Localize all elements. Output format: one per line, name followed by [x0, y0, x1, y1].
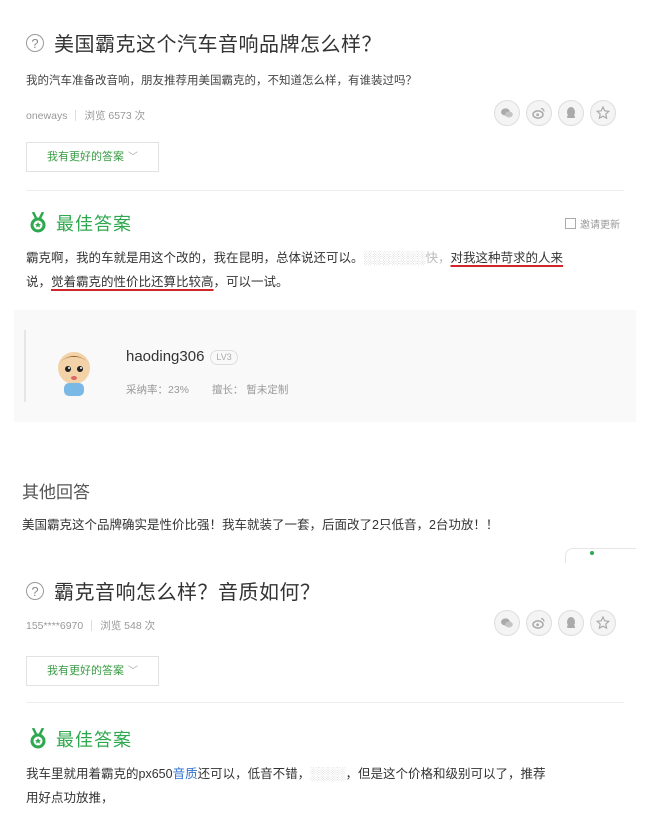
answerer-card: haoding306 LV3 采纳率：23% 擅长： 暂未定制 [14, 310, 636, 422]
blurred-text: ░░░░ [310, 767, 346, 781]
answerer-stats: 采纳率：23% 擅长： 暂未定制 [126, 382, 308, 397]
question-header: ? 美国霸克这个汽车音响品牌怎么样？ [26, 28, 382, 57]
question-icon: ? [26, 33, 44, 52]
question-header: ? 霸克音响怎么样？音质如何？ [26, 576, 321, 605]
other-answers-title: 其他回答 [22, 483, 90, 502]
view-count: 浏览 548 次 [100, 620, 156, 632]
username: haoding306 LV3 [126, 348, 238, 365]
wechat-icon[interactable] [494, 610, 520, 636]
question-card-1: ? 美国霸克这个汽车音响品牌怎么样？ 我的汽车准备改音响，朋友推荐用美国霸克的，… [14, 10, 636, 302]
weibo-icon[interactable] [526, 100, 552, 126]
answer-link[interactable]: 音质 [173, 767, 198, 781]
star-icon[interactable] [590, 610, 616, 636]
answer-segment: ，可以一试。 [213, 275, 289, 289]
best-answer-label: 最佳答案 [56, 730, 132, 750]
better-answer-label: 我有更好的答案 [47, 151, 124, 163]
fold-tab[interactable] [565, 548, 636, 563]
qq-icon[interactable] [558, 610, 584, 636]
better-answer-button[interactable]: 我有更好的答案 ﹀ [26, 142, 159, 172]
answer-segment: 说， [26, 275, 52, 289]
other-answers-section: 其他回答 美国霸克这个品牌确实是性价比强！我车就装了一套，后面改了2只低音，2台… [14, 430, 636, 570]
chevron-down-icon: ﹀ [128, 666, 138, 677]
star-icon[interactable] [590, 100, 616, 126]
question-meta: oneways 浏览 6573 次 [26, 108, 145, 123]
best-answer-text: 霸克啊，我的车就是用这个改的，我在昆明，总体说还可以。░░░░░░░快，对我这种… [26, 246, 622, 294]
edit-icon [565, 218, 576, 229]
medal-icon [30, 728, 46, 749]
answer-segment: 霸克啊，我的车就是用这个改的，我在昆明，总体说还可以。 [26, 251, 364, 265]
answer-segment: 还可以，低音不错， [197, 767, 311, 781]
other-answer-text: 美国霸克这个品牌确实是性价比强！我车就装了一套，后面改了2只低音，2台功放！！ [22, 518, 499, 532]
question-title[interactable]: 美国霸克这个汽车音响品牌怎么样？ [54, 28, 382, 57]
answer-segment: 我车里就用着霸克的px650 [26, 767, 173, 781]
best-answer-header: 最佳答案 [28, 726, 132, 752]
wechat-icon[interactable] [494, 100, 520, 126]
adoption-rate: 采纳率：23% [126, 384, 190, 396]
expertise: 擅长： 暂未定制 [211, 384, 289, 396]
answer-segment-underlined: 对我这种苛求的人来 [450, 251, 564, 265]
question-title[interactable]: 霸克音响怎么样？音质如何？ [54, 576, 321, 605]
better-answer-label: 我有更好的答案 [47, 665, 124, 677]
answer-segment: 用好点功放推， [26, 791, 114, 805]
avatar[interactable] [52, 348, 96, 398]
username-text[interactable]: haoding306 [126, 348, 204, 365]
better-answer-button[interactable]: 我有更好的答案 ﹀ [26, 656, 159, 686]
author-name[interactable]: oneways [26, 110, 67, 122]
invite-update-link[interactable]: 邀请更新 [565, 216, 620, 231]
question-meta: 155****6970 浏览 548 次 [26, 618, 155, 633]
answerer-box: haoding306 LV3 采纳率：23% 擅长： 暂未定制 [24, 330, 626, 402]
qq-icon[interactable] [558, 100, 584, 126]
best-answer-label: 最佳答案 [56, 214, 132, 234]
view-count: 浏览 6573 次 [84, 110, 146, 122]
question-description: 我的汽车准备改音响，朋友推荐用美国霸克的，不知道怎么样，有谁装过吗？ [26, 75, 417, 87]
share-bar [494, 100, 616, 126]
blurred-text: ░░░░░░░快， [363, 251, 451, 265]
invite-update-label: 邀请更新 [580, 220, 620, 231]
best-answer-header: 最佳答案 [28, 210, 132, 236]
divider [26, 190, 624, 191]
medal-icon [30, 212, 46, 233]
weibo-icon[interactable] [526, 610, 552, 636]
author-name[interactable]: 155****6970 [26, 620, 83, 632]
best-answer-text: 我车里就用着霸克的px650音质还可以，低音不错，░░░░，但是这个价格和级别可… [26, 762, 622, 810]
share-bar [494, 610, 616, 636]
question-card-2: ? 霸克音响怎么样？音质如何？ 155****6970 浏览 548 次 我有更… [14, 566, 636, 834]
divider [26, 702, 624, 703]
chevron-down-icon: ﹀ [128, 152, 138, 163]
answer-segment-underlined: 觉着霸克的性价比还算比较高 [51, 275, 214, 289]
answer-segment: ，但是这个价格和级别可以了，推荐 [345, 767, 546, 781]
level-badge: LV3 [210, 349, 238, 365]
question-icon: ? [26, 581, 44, 600]
